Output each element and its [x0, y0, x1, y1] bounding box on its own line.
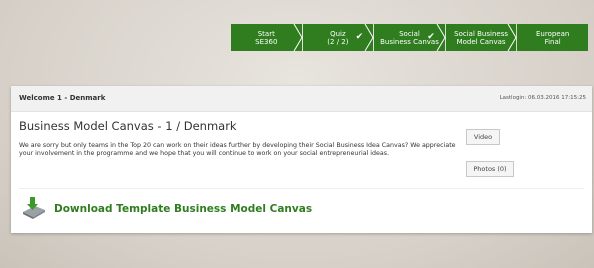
video-button[interactable]: Video	[466, 129, 500, 145]
step-european-final[interactable]: European Final	[517, 24, 588, 51]
step-separator-icon	[293, 24, 303, 51]
step-quiz-line1: Quiz	[330, 29, 346, 38]
step-separator-icon	[436, 24, 446, 51]
step-separator-icon	[507, 24, 517, 51]
download-template-link[interactable]: Download Template Business Model Canvas	[54, 203, 312, 215]
step-quiz[interactable]: Quiz (2 / 2) ✔	[302, 24, 374, 51]
last-login: Lastlogin: 06.03.2016 17:15:25	[499, 95, 586, 101]
step-social-business-model-canvas[interactable]: Social Business Model Canvas	[445, 24, 517, 51]
step-final-line2: Final	[544, 37, 561, 46]
progress-steps: Start SE360 Quiz (2 / 2) ✔ Social Busine…	[231, 24, 588, 51]
step-social-line1: Social	[399, 29, 420, 38]
content-panel: Welcome 1 - Denmark Lastlogin: 06.03.201…	[11, 86, 592, 233]
step-start-line1: Start	[257, 29, 275, 38]
panel-header: Welcome 1 - Denmark Lastlogin: 06.03.201…	[11, 86, 592, 112]
checkmark-icon: ✔	[355, 32, 364, 42]
photos-button[interactable]: Photos (0)	[466, 161, 514, 177]
step-sbmc-line2: Model Canvas	[456, 37, 506, 46]
step-sbmc-line1: Social Business	[454, 29, 508, 38]
step-final-line1: European	[536, 29, 570, 38]
divider	[19, 188, 584, 189]
welcome-text: Welcome 1 - Denmark	[19, 94, 106, 102]
step-quiz-line2: (2 / 2)	[327, 37, 349, 46]
step-social-business-canvas[interactable]: Social Business Canvas ✔	[374, 24, 446, 51]
step-start-line2: SE360	[255, 37, 278, 46]
checkmark-icon: ✔	[427, 32, 435, 42]
step-separator-icon	[364, 24, 374, 51]
step-start[interactable]: Start SE360	[231, 24, 303, 51]
download-icon[interactable]	[21, 196, 47, 220]
page-title: Business Model Canvas - 1 / Denmark	[19, 119, 237, 133]
info-message: We are sorry but only teams in the Top 2…	[19, 142, 456, 158]
